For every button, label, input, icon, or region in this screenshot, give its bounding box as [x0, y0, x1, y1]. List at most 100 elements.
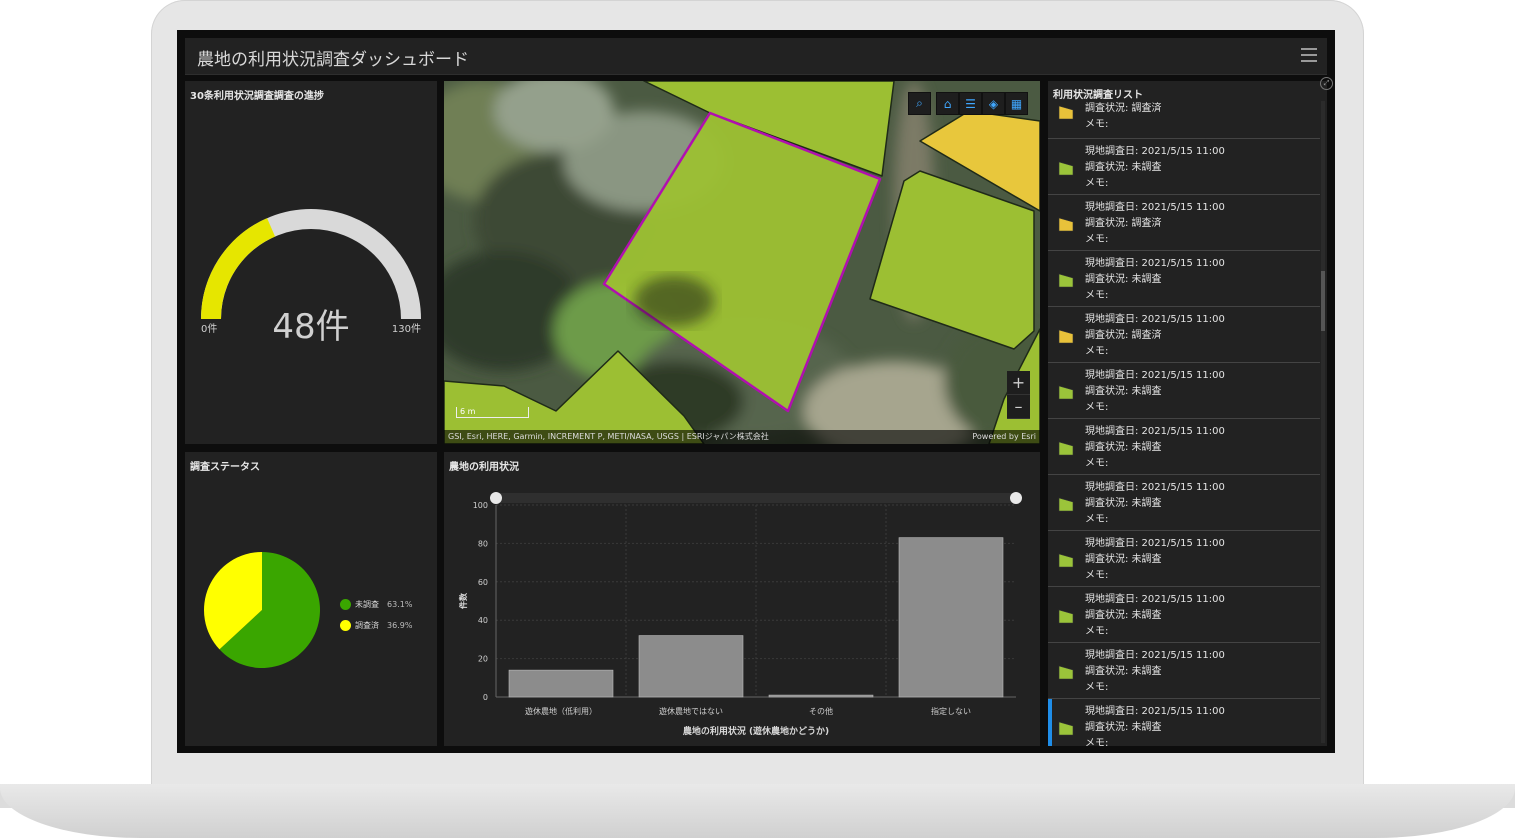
hamburger-menu-icon[interactable] [1301, 48, 1317, 62]
zoom-in-button[interactable]: + [1007, 371, 1030, 395]
survey-status: 調査状況: 未調査 [1085, 498, 1162, 509]
gauge-panel: 30条利用状況調査調査の進捗 48件 0件 130件 [185, 81, 437, 444]
survey-date: 現地調査日: 2021/5/15 11:00 [1085, 538, 1225, 549]
legend-item-surveyed[interactable]: 調査済 36.9% [340, 615, 412, 636]
survey-status: 調査状況: 未調査 [1085, 554, 1162, 565]
parcel-symbol-icon [1058, 553, 1074, 568]
x-axis-title: 農地の利用状況 (遊休農地かどうか) [683, 725, 829, 737]
survey-date: 現地調査日: 2021/5/15 11:00 [1085, 650, 1225, 661]
bar-3[interactable] [898, 537, 1004, 698]
x-tick-label: 遊休農地ではない [659, 706, 723, 716]
usage-chart-panel: 農地の利用状況 0 20 40 60 80 100 遊休農地（低利用） 遊休農地ではない その他… [444, 452, 1040, 746]
list-item[interactable]: 現地調査日: 2021/5/15 11:00 調査状況: 未調査 メモ: [1048, 139, 1320, 195]
list-item[interactable]: 現地調査日: 2021/5/15 11:00 調査状況: 未調査 メモ: [1048, 587, 1320, 643]
parcel-symbol-icon [1058, 665, 1074, 680]
survey-memo: メモ: [1085, 682, 1109, 693]
y-axis-title: 件数 [458, 592, 468, 609]
list-item-text: 現地調査日: 2021/5/15 11:00 調査状況: 調査済 メモ: [1085, 200, 1225, 248]
y-tick-label: 80 [478, 539, 488, 548]
list-item[interactable]: 調査状況: 調査済 メモ: [1048, 100, 1320, 139]
scrollbar-track[interactable] [1321, 101, 1325, 743]
list-title: 利用状況調査リスト [1053, 90, 1143, 101]
basemap-gallery-icon[interactable]: ▦ [1005, 92, 1028, 115]
zoom-control: + – [1007, 371, 1030, 419]
survey-status: 調査状況: 未調査 [1085, 274, 1162, 285]
list-item-text: 現地調査日: 2021/5/15 11:00 調査状況: 未調査 メモ: [1085, 704, 1225, 746]
parcel-symbol-icon [1058, 441, 1074, 456]
search-icon[interactable]: ⌕ [908, 92, 931, 115]
survey-memo: メモ: [1085, 514, 1109, 525]
list-item-text: 現地調査日: 2021/5/15 11:00 調査状況: 調査済 メモ: [1085, 312, 1225, 360]
legend-pct: 36.9% [387, 621, 413, 630]
gauge-max-label: 130件 [391, 324, 421, 335]
bar-1[interactable] [638, 635, 744, 698]
list-item[interactable]: 現地調査日: 2021/5/15 11:00 調査状況: 調査済 メモ: [1048, 307, 1320, 363]
parcel-symbol-icon [1058, 329, 1074, 344]
survey-status: 調査状況: 未調査 [1085, 162, 1162, 173]
survey-memo: メモ: [1085, 570, 1109, 581]
range-slider-track[interactable] [496, 493, 1016, 503]
list-item-text: 現地調査日: 2021/5/15 11:00 調査状況: 未調査 メモ: [1085, 368, 1225, 416]
aerial-imagery [444, 81, 1040, 444]
survey-date: 現地調査日: 2021/5/15 11:00 [1085, 482, 1225, 493]
y-tick-label: 60 [478, 578, 488, 587]
expand-icon[interactable]: ⤢ [1320, 77, 1333, 90]
list-item[interactable]: 現地調査日: 2021/5/15 11:00 調査状況: 未調査 メモ: [1048, 531, 1320, 587]
list-item[interactable]: 現地調査日: 2021/5/15 11:00 調査状況: 未調査 メモ: [1048, 699, 1324, 746]
legend-label: 調査済 [355, 621, 379, 630]
status-panel: 調査ステータス 未調査 63.1% 調査済 36.9% [185, 452, 437, 746]
bar-2[interactable] [768, 694, 874, 698]
parcel-symbol-icon [1058, 105, 1074, 120]
scale-bar: 6 m [456, 407, 529, 418]
survey-memo: メモ: [1085, 178, 1109, 189]
legend-pct: 63.1% [387, 600, 413, 609]
powered-by-esri[interactable]: Powered by Esri [972, 430, 1036, 444]
survey-memo: メモ: [1085, 738, 1109, 746]
parcel-symbol-icon [1058, 385, 1074, 400]
scrollbar-thumb[interactable] [1321, 271, 1325, 331]
legend-label: 未調査 [355, 600, 379, 609]
x-tick-label: 遊休農地（低利用） [525, 706, 597, 716]
survey-status: 調査状況: 未調査 [1085, 666, 1162, 677]
survey-date: 現地調査日: 2021/5/15 11:00 [1085, 146, 1225, 157]
survey-date: 現地調査日: 2021/5/15 11:00 [1085, 594, 1225, 605]
survey-status: 調査状況: 調査済 [1085, 103, 1162, 114]
list-item-text: 現地調査日: 2021/5/15 11:00 調査状況: 未調査 メモ: [1085, 424, 1225, 472]
list-item[interactable]: 現地調査日: 2021/5/15 11:00 調査状況: 未調査 メモ: [1048, 643, 1320, 699]
legend-dot-green [340, 599, 351, 610]
parcel-symbol-icon [1058, 217, 1074, 232]
list-item[interactable]: 現地調査日: 2021/5/15 11:00 調査状況: 未調査 メモ: [1048, 251, 1320, 307]
y-tick-label: 40 [478, 616, 488, 625]
legend-dot-yellow [340, 620, 351, 631]
map-toolbar: ⌕ ⌂ ☰ ◈ ▦ [908, 92, 1028, 115]
survey-memo: メモ: [1085, 290, 1109, 301]
attribution-text: GSI, Esri, HERE, Garmin, INCREMENT P, ME… [448, 432, 769, 441]
y-tick-label: 20 [478, 655, 488, 664]
survey-status: 調査状況: 未調査 [1085, 722, 1162, 733]
dashboard-header: 農地の利用状況調査ダッシュボード [185, 38, 1327, 75]
zoom-out-button[interactable]: – [1007, 395, 1030, 419]
list-item[interactable]: 現地調査日: 2021/5/15 11:00 調査状況: 未調査 メモ: [1048, 363, 1320, 419]
range-slider-handle-right[interactable] [1010, 492, 1022, 504]
parcel-symbol-icon [1058, 161, 1074, 176]
legend-icon[interactable]: ☰ [959, 92, 982, 115]
list-item[interactable]: 現地調査日: 2021/5/15 11:00 調査状況: 調査済 メモ: [1048, 195, 1320, 251]
pie-legend: 未調査 63.1% 調査済 36.9% [340, 594, 412, 636]
legend-item-unsurveyed[interactable]: 未調査 63.1% [340, 594, 412, 615]
survey-memo: メモ: [1085, 458, 1109, 469]
list-item[interactable]: 現地調査日: 2021/5/15 11:00 調査状況: 未調査 メモ: [1048, 475, 1320, 531]
y-tick-label: 100 [473, 501, 488, 510]
list-item-text: 現地調査日: 2021/5/15 11:00 調査状況: 未調査 メモ: [1085, 648, 1225, 696]
dashboard-title: 農地の利用状況調査ダッシュボード [197, 50, 469, 70]
survey-status: 調査状況: 未調査 [1085, 610, 1162, 621]
list-item[interactable]: 現地調査日: 2021/5/15 11:00 調査状況: 未調査 メモ: [1048, 419, 1320, 475]
map-view[interactable]: ⌕ ⌂ ☰ ◈ ▦ + – 6 m GSI, Esri, HERE, Garmi… [444, 81, 1040, 444]
survey-status: 調査状況: 未調査 [1085, 442, 1162, 453]
home-icon[interactable]: ⌂ [936, 92, 959, 115]
parcel-symbol-icon [1058, 721, 1074, 736]
layers-icon[interactable]: ◈ [982, 92, 1005, 115]
list-item-text: 調査状況: 調査済 メモ: [1085, 101, 1162, 133]
bar-0[interactable] [508, 669, 614, 698]
status-pie-chart [204, 552, 320, 668]
range-slider-handle-left[interactable] [490, 492, 502, 504]
